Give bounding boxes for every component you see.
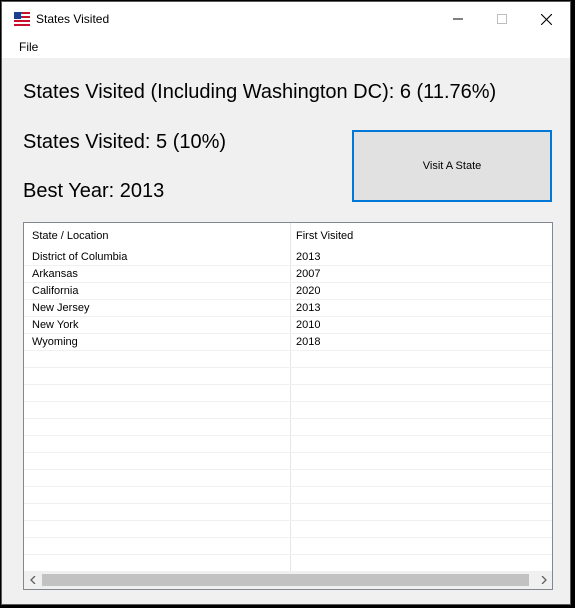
table-row[interactable] xyxy=(24,521,552,538)
window-title: States Visited xyxy=(36,12,110,26)
state-cell: Wyoming xyxy=(32,336,78,348)
close-button[interactable] xyxy=(524,2,568,36)
minimize-icon xyxy=(453,18,463,20)
table-row[interactable]: Wyoming 2018 xyxy=(24,334,552,351)
table-row[interactable] xyxy=(24,351,552,368)
table-row[interactable]: California 2020 xyxy=(24,283,552,300)
state-cell: New York xyxy=(32,319,79,331)
visit-a-state-button[interactable]: Visit A State xyxy=(352,130,552,202)
list-header: State / Location First Visited xyxy=(24,223,552,249)
table-row[interactable] xyxy=(24,419,552,436)
chevron-right-icon xyxy=(541,576,547,584)
first-visited-cell: 2010 xyxy=(296,319,321,331)
maximize-icon xyxy=(497,14,507,24)
table-row[interactable] xyxy=(24,555,552,572)
chevron-left-icon xyxy=(29,576,35,584)
column-header-state[interactable]: State / Location xyxy=(32,230,108,242)
table-row[interactable] xyxy=(24,470,552,487)
table-row[interactable]: Arkansas 2007 xyxy=(24,266,552,283)
states-list-view[interactable]: State / Location First Visited District … xyxy=(23,222,553,590)
state-cell: District of Columbia xyxy=(32,251,128,263)
first-visited-cell: 2007 xyxy=(296,268,321,280)
list-rows: District of Columbia 2013 Arkansas 2007 Cali… xyxy=(24,249,552,572)
title-bar[interactable]: States Visited xyxy=(2,2,570,36)
column-header-first-visited[interactable]: First Visited xyxy=(296,230,353,242)
minimize-button[interactable] xyxy=(436,2,480,36)
first-visited-cell: 2013 xyxy=(296,251,321,263)
horizontal-scrollbar[interactable] xyxy=(24,571,552,589)
best-year-label: Best Year: 2013 xyxy=(23,180,165,202)
state-cell: California xyxy=(32,285,79,297)
table-row[interactable] xyxy=(24,368,552,385)
table-row[interactable] xyxy=(24,538,552,555)
table-row[interactable] xyxy=(24,436,552,453)
us-flag-icon xyxy=(14,12,30,26)
first-visited-cell: 2018 xyxy=(296,336,321,348)
table-row[interactable]: New Jersey 2013 xyxy=(24,300,552,317)
table-row[interactable] xyxy=(24,504,552,521)
scroll-left-button[interactable] xyxy=(24,571,41,589)
menu-file[interactable]: File xyxy=(14,40,43,54)
table-row[interactable] xyxy=(24,385,552,402)
maximize-button[interactable] xyxy=(480,2,524,36)
state-cell: New Jersey xyxy=(32,302,90,314)
scroll-thumb[interactable] xyxy=(42,574,529,586)
states-visited-label: States Visited: 5 (10%) xyxy=(23,131,227,153)
menu-bar: File xyxy=(2,36,570,58)
main-window: States Visited File States Visited (Incl… xyxy=(1,1,571,605)
first-visited-cell: 2020 xyxy=(296,285,321,297)
table-row[interactable] xyxy=(24,453,552,470)
table-row[interactable]: District of Columbia 2013 xyxy=(24,249,552,266)
scroll-right-button[interactable] xyxy=(535,571,552,589)
states-visited-including-dc-label: States Visited (Including Washington DC)… xyxy=(23,81,497,103)
table-row[interactable] xyxy=(24,487,552,504)
close-icon xyxy=(540,13,552,25)
table-row[interactable]: New York 2010 xyxy=(24,317,552,334)
state-cell: Arkansas xyxy=(32,268,78,280)
table-row[interactable] xyxy=(24,402,552,419)
first-visited-cell: 2013 xyxy=(296,302,321,314)
